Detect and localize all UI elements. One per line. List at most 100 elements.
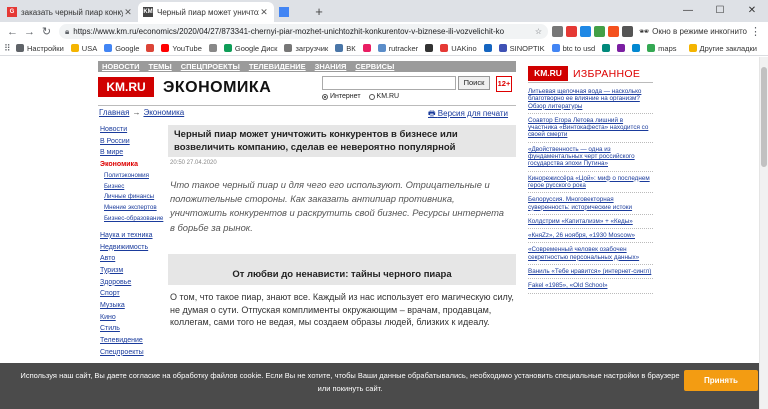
tab-close-icon[interactable]: ✕ [123,7,133,18]
left-nav-item[interactable]: Недвижимость [100,242,166,254]
left-nav-item[interactable]: Личные финансы [100,192,166,203]
left-nav-item[interactable]: Авто [100,253,166,265]
print-icon: 🖶︎ [428,109,438,118]
extension-icon[interactable] [608,26,619,37]
favorites-item[interactable]: Белоруссия. Многовекторная суверенность:… [528,196,653,215]
search-input[interactable] [322,76,456,90]
maximize-icon[interactable]: ☐ [704,0,736,22]
left-nav-item[interactable]: Кино [100,312,166,324]
left-nav-item[interactable]: Музыка [100,300,166,312]
bookmark-item[interactable] [208,44,220,52]
favorites-item[interactable]: «КняZz», 26 ноября, «1930 Moscow» [528,232,653,244]
browser-tab[interactable]: Gзаказать черный пиар конкуре ✕ [2,2,138,22]
bookmark-item[interactable] [362,44,374,52]
browser-tab[interactable]: KM Черный пиар может уничтожить✕ [138,2,274,22]
radio-internet[interactable]: Интернет [322,93,361,100]
search-scope: Интернет KM.RU [322,93,399,100]
bookmark-item[interactable]: Google [104,44,139,53]
extension-icon[interactable] [566,26,577,37]
favorites-item[interactable]: Кинорежиссёра «Цой»: миф о последнем гер… [528,175,653,194]
bookmark-item[interactable] [483,44,495,52]
extension-icon[interactable] [580,26,591,37]
top-menu-item[interactable]: НОВОСТИ [102,62,140,71]
apps-icon[interactable]: ⠿ [4,43,16,54]
bookmark-star-icon[interactable]: ☆ [535,27,542,36]
favorites-item[interactable]: «Двойственность — одна из фундаментальны… [528,146,653,172]
favorites-item[interactable]: Соавтор Егора Летова лишний в участника … [528,117,653,143]
puzzle-icon[interactable] [622,26,633,37]
incognito-indicator[interactable]: 🕶︎ Окно в режиме инкогнито [639,27,747,36]
bookmark-favicon-icon [498,44,507,52]
other-bookmarks[interactable]: Другие закладки [688,44,764,53]
close-window-icon[interactable]: ✕ [736,0,768,22]
left-nav-item[interactable]: Наука и техника [100,230,166,242]
bookmark-item[interactable]: Google Диск [223,44,277,53]
folder-icon [688,44,697,52]
top-menu-item[interactable]: ЗНАНИЯ [315,62,347,71]
forward-icon[interactable]: → [21,26,38,38]
bookmark-item[interactable] [617,44,628,52]
left-nav-item[interactable]: Туризм [100,265,166,277]
radio-kmru[interactable]: KM.RU [368,93,399,100]
top-menu-item[interactable]: ТЕЛЕВИДЕНИЕ [249,62,306,71]
breadcrumb-section-link[interactable]: Экономика [143,108,184,117]
omnibox[interactable]: 🔒︎ https://www.km.ru/economics/2020/04/2… [59,24,548,39]
tab-close-icon[interactable]: ✕ [259,7,269,18]
left-nav-item[interactable]: Телевидение [100,335,166,347]
favorites-logo[interactable]: KM.RU [528,66,568,81]
favorites-item[interactable]: Ваниль «Тебе нравится» (интернет-сингл) [528,268,653,280]
left-nav-item[interactable]: Стиль [100,323,166,335]
bookmark-item[interactable] [602,44,613,52]
bookmark-item[interactable]: ВК [335,44,356,53]
bookmark-item[interactable]: USA [70,43,98,53]
lock-icon[interactable]: 🔒︎ [65,27,69,37]
cookie-accept-button[interactable]: Принять [684,370,758,391]
bookmark-item[interactable]: rutracker [377,44,418,53]
extension-icon[interactable] [594,26,605,37]
bookmark-item[interactable]: загрузчик [284,44,328,53]
left-nav-item[interactable]: В России [100,136,166,148]
bookmark-item[interactable]: maps [647,44,677,53]
back-icon[interactable]: ← [4,26,21,38]
menu-dots-icon[interactable]: ⋮ [747,25,764,38]
left-nav: Новости В России В мире Экономика Политэконо… [100,124,166,359]
bookmark-item[interactable] [146,44,157,52]
breadcrumb-home-link[interactable]: Главная [99,108,129,117]
top-menu-item[interactable]: СЕРВИСЫ [355,62,394,71]
page-scrollbar[interactable] [759,57,768,409]
scrollbar-thumb[interactable] [761,67,767,167]
left-nav-item[interactable]: Новости [100,124,166,136]
left-nav-item[interactable]: Здоровье [100,277,166,289]
bookmark-item[interactable]: UAKino [440,44,477,53]
print-version-link[interactable]: 🖶︎ Версия для печати [428,108,508,122]
top-menu-item[interactable]: ТЕМЫ [149,62,172,71]
favorites-item[interactable]: Fakel «1985», «Old School» [528,282,653,294]
bookmark-item[interactable] [425,44,436,52]
extension-icon[interactable] [552,26,563,37]
bookmark-item[interactable]: YouTube [161,43,202,53]
favorites-item[interactable]: Колдстрим «Капитализм» + «Кеды» [528,218,653,230]
reload-icon[interactable]: ↻ [38,25,55,38]
bookmark-item[interactable] [632,44,643,52]
left-nav-item[interactable]: Бизнес [100,182,166,193]
bookmark-item[interactable]: SINOPTIK [498,44,545,53]
bookmark-label: YouTube [172,43,202,53]
site-logo[interactable]: KM.RU [98,77,154,97]
top-menu-item[interactable]: СПЕЦПРОЕКТЫ [181,62,240,71]
favorites-item[interactable]: Литьевая щелочная вода — насколько благо… [528,88,653,114]
favorites-item[interactable]: «Современный человек озабочен секретност… [528,246,653,266]
left-nav-item[interactable]: Спецпроекты [100,347,166,359]
search-button[interactable]: Поиск [458,76,490,90]
bookmark-item[interactable]: btc to usd [551,44,595,53]
left-nav-item[interactable]: Бизнес-образование [100,214,166,225]
left-nav-item[interactable]: Спорт [100,288,166,300]
new-tab-button[interactable]: + [310,3,328,21]
bookmark-label: USA [81,43,98,53]
left-nav-item[interactable]: В мире [100,147,166,159]
left-nav-item[interactable]: Мнение экспертов [100,203,166,214]
minimize-icon[interactable]: — [672,0,704,22]
browser-tab[interactable] [274,2,310,22]
left-nav-item[interactable]: Политэкономия [100,171,166,182]
bookmark-item[interactable]: Настройки [16,44,64,53]
left-nav-item[interactable]: Экономика [100,159,166,171]
